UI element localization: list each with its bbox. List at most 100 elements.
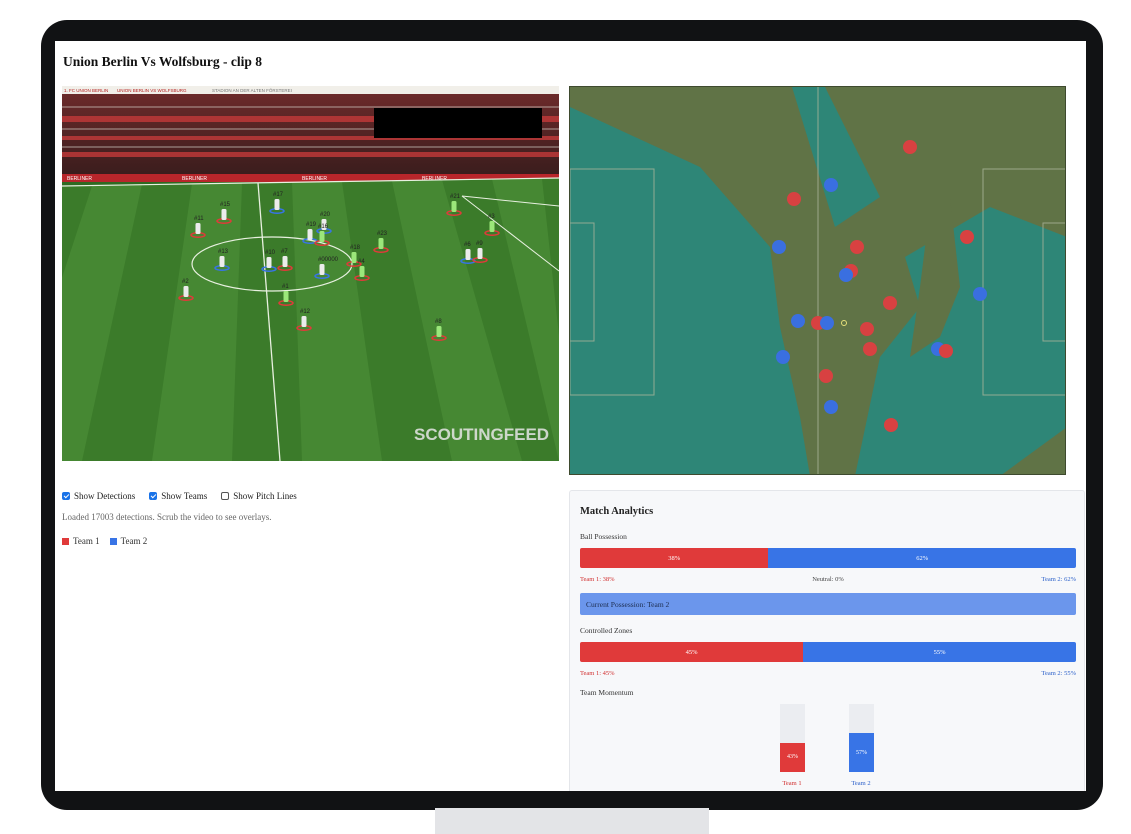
team2-player-dot — [839, 268, 853, 282]
player-figure — [351, 252, 357, 263]
team1-player-dot — [860, 322, 874, 336]
monitor-stand — [435, 808, 709, 834]
team2-player-dot — [820, 316, 834, 330]
zones-bar: 45% 55% — [580, 642, 1076, 662]
team1-player-dot — [960, 230, 974, 244]
match-video[interactable]: 1. FC UNION BERLIN UNION BERLIN VS WOLFS… — [62, 86, 559, 461]
team1-player-dot — [903, 140, 917, 154]
banner-text-1: 1. FC UNION BERLIN — [64, 88, 108, 93]
page-title: Union Berlin Vs Wolfsburg - clip 8 — [63, 54, 263, 69]
team1-player-dot — [787, 192, 801, 206]
player-figure — [274, 199, 280, 210]
player-figure — [266, 257, 272, 268]
player-figure — [477, 248, 483, 259]
player-label: #8 — [435, 319, 442, 325]
player-figure — [307, 229, 313, 240]
team2-player-dot — [772, 240, 786, 254]
zones-team2-segment: 55% — [803, 642, 1076, 662]
legend-team1: Team 1 — [62, 536, 100, 546]
player-figure — [282, 256, 288, 267]
player-figure — [195, 223, 201, 234]
possession-label: Ball Possession — [580, 532, 627, 541]
svg-text:BERLINER: BERLINER — [182, 176, 207, 182]
player-figure — [378, 238, 384, 249]
player-figure — [436, 326, 442, 337]
player-label: #00000 — [318, 257, 339, 263]
overlay-controls: Show Detections Show Teams Show Pitch Li… — [62, 491, 297, 501]
team1-player-dot — [850, 240, 864, 254]
show-pitch-lines-checkbox[interactable] — [221, 492, 230, 500]
team1-player-dot — [939, 344, 953, 358]
possession-team2-text: Team 2: 62% — [1041, 576, 1076, 583]
player-label: #17 — [273, 192, 284, 198]
video-watermark: SCOUTINGFEED — [414, 425, 549, 444]
player-label: #21 — [450, 194, 461, 200]
show-detections-toggle[interactable]: Show Detections — [62, 491, 135, 501]
zones-label: Controlled Zones — [580, 626, 633, 635]
player-label: #23 — [377, 231, 388, 237]
team1-player-dot — [884, 418, 898, 432]
player-figure — [451, 201, 457, 212]
momentum-team2-label: Team 2 — [851, 780, 871, 787]
player-figure — [319, 231, 325, 242]
legend-team2: Team 2 — [109, 536, 147, 546]
player-figure — [359, 266, 365, 277]
possession-team2-segment: 62% — [768, 548, 1076, 568]
player-label: #12 — [300, 309, 311, 315]
player-figure — [319, 264, 325, 275]
player-label: #19 — [306, 222, 317, 228]
possession-bar: 38% 62% — [580, 548, 1076, 568]
show-detections-checkbox[interactable] — [62, 492, 70, 500]
player-figure — [183, 286, 189, 297]
player-figure — [489, 221, 495, 232]
svg-text:BERLINER: BERLINER — [67, 176, 92, 182]
zones-team1-segment: 45% — [580, 642, 804, 662]
possession-team1-text: Team 1: 38% — [580, 576, 615, 583]
player-figure — [465, 249, 471, 260]
player-label: #16 — [318, 224, 329, 230]
player-label: #7 — [281, 249, 288, 255]
player-label: #9 — [476, 241, 483, 247]
team1-player-dot — [883, 296, 897, 310]
app-screen: Union Berlin Vs Wolfsburg - clip 8 1. FC… — [55, 41, 1086, 791]
possession-breakdown: Team 1: 38% Neutral: 0% Team 2: 62% — [580, 576, 1076, 583]
player-label: #1 — [282, 284, 289, 290]
player-label: #4 — [358, 259, 365, 265]
control-zone-map — [570, 87, 1065, 474]
show-teams-label: Show Teams — [161, 491, 208, 501]
zones-breakdown: Team 1: 45% Team 2: 55% — [580, 670, 1076, 677]
player-figure — [219, 256, 225, 267]
team1-player-dot — [819, 369, 833, 383]
team1-player-dot — [863, 342, 877, 356]
player-label: #10 — [265, 250, 276, 256]
player-label: #6 — [464, 242, 471, 248]
svg-text:BERLINER: BERLINER — [302, 176, 327, 182]
player-label: #18 — [350, 245, 361, 251]
player-figure — [301, 316, 307, 327]
analytics-title: Match Analytics — [580, 506, 654, 517]
tactical-pitch — [569, 86, 1066, 475]
momentum-team1-label: Team 1 — [782, 780, 802, 787]
team2-player-dot — [791, 314, 805, 328]
team1-swatch — [62, 538, 69, 546]
player-label: #11 — [194, 216, 204, 222]
video-frame: 1. FC UNION BERLIN UNION BERLIN VS WOLFS… — [62, 86, 559, 461]
banner-text-3: STADION AN DER ALTEN FÖRSTEREI — [212, 87, 292, 93]
player-figure — [283, 291, 289, 302]
player-label: #13 — [218, 249, 229, 255]
possession-team1-segment: 38% — [580, 548, 769, 568]
player-label: #20 — [320, 212, 331, 218]
momentum-team2-fill: 57% — [849, 733, 874, 772]
match-analytics-panel: Match Analytics Ball Possession 38% 62% … — [569, 490, 1085, 791]
team2-player-dot — [824, 178, 838, 192]
momentum-label: Team Momentum — [580, 688, 634, 697]
team2-player-dot — [824, 400, 838, 414]
show-teams-checkbox[interactable] — [149, 492, 158, 500]
current-possession-badge: Current Possession: Team 2 — [580, 593, 1076, 615]
player-label: #15 — [220, 202, 231, 208]
show-pitch-lines-toggle[interactable]: Show Pitch Lines — [221, 491, 297, 501]
show-teams-toggle[interactable]: Show Teams — [149, 491, 207, 501]
banner-text-2: UNION BERLIN VS WOLFSBURG — [117, 88, 187, 93]
momentum-team2-bar: 57% — [849, 704, 874, 772]
zones-team2-text: Team 2: 55% — [1041, 670, 1076, 677]
